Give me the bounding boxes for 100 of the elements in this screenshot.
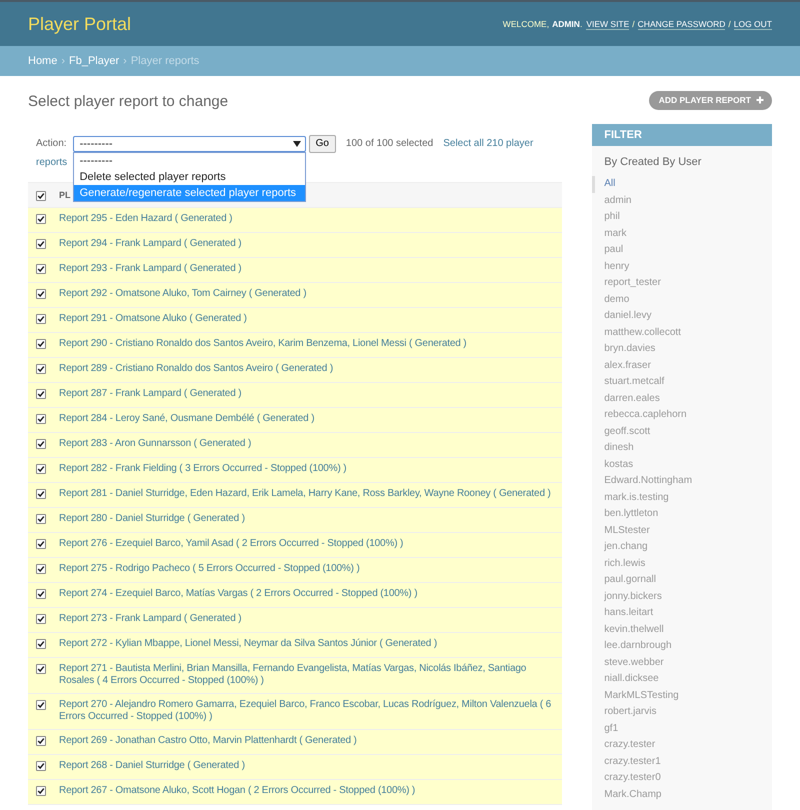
- dropdown-option[interactable]: Delete selected player reports: [74, 168, 305, 184]
- filter-option[interactable]: crazy.tester0: [592, 770, 772, 786]
- checkbox[interactable]: [36, 761, 46, 772]
- checkbox[interactable]: [36, 639, 46, 650]
- filter-option[interactable]: rich.lewis: [592, 556, 772, 572]
- breadcrumb-link[interactable]: Fb_Player: [69, 55, 120, 67]
- filter-option[interactable]: hans.leitart: [592, 605, 772, 622]
- filter-option[interactable]: mark: [592, 226, 772, 242]
- report-link[interactable]: Report 295 - Eden Hazard ( Generated ): [59, 213, 232, 226]
- filter-option[interactable]: paul: [592, 242, 772, 258]
- breadcrumb-link[interactable]: Player reports: [130, 55, 200, 67]
- report-link[interactable]: Report 273 - Frank Lampard ( Generated ): [59, 613, 242, 626]
- filter-option[interactable]: gf1: [592, 720, 772, 737]
- filter-option[interactable]: niall.dicksee: [592, 671, 772, 688]
- filter-option[interactable]: darren.eales: [592, 390, 772, 407]
- report-link[interactable]: Report 268 - Daniel Sturridge ( Generated ): [59, 760, 245, 772]
- report-link[interactable]: Report 284 - Leroy Sané, Ousmane Dembélé ( Generated ): [59, 413, 314, 426]
- checkbox[interactable]: [36, 439, 46, 450]
- header-link[interactable]: CHANGE PASSWORD: [638, 18, 726, 30]
- filter-option[interactable]: mark.is.testing: [592, 490, 772, 506]
- filter-option[interactable]: phil: [592, 209, 772, 226]
- add-player-report-button[interactable]: ADD PLAYER REPORT: [648, 90, 772, 110]
- checkbox[interactable]: [36, 514, 46, 524]
- checkbox[interactable]: [36, 364, 46, 374]
- checkbox[interactable]: [36, 589, 46, 600]
- checkbox[interactable]: [36, 214, 46, 224]
- report-link[interactable]: Report 291 - Omatsone Aluko ( Generated ): [59, 313, 247, 326]
- filter-option[interactable]: kostas: [592, 456, 772, 473]
- checkbox[interactable]: [36, 564, 46, 574]
- filter-option[interactable]: jen.chang: [592, 539, 772, 556]
- filter-option[interactable]: matthew.collecott: [592, 324, 772, 341]
- report-link[interactable]: Report 276 - Ezequiel Barco, Yamil Asad ( 2 Errors Occurred - Stopped (100%) ): [59, 538, 404, 550]
- dropdown-option[interactable]: ---------: [74, 152, 305, 168]
- checkbox[interactable]: [36, 239, 46, 250]
- header-link[interactable]: LOG OUT: [734, 18, 772, 30]
- filter-option[interactable]: All: [592, 176, 772, 192]
- report-link[interactable]: Report 282 - Frank Fielding ( 3 Errors Occurred - Stopped (100%) ): [59, 463, 346, 476]
- filter-option[interactable]: daniel.levy: [592, 308, 772, 324]
- select-all-link[interactable]: reports: [36, 157, 68, 168]
- report-link[interactable]: Report 270 - Alejandro Romero Gamarra, Ezequiel Barco, Franco Escobar, Lucas Rodríguez, Milton Valenzuela ( 6 Errors Occurred - Stopped (100%) ): [59, 699, 554, 724]
- filter-option[interactable]: steve.webber: [592, 654, 772, 671]
- filter-option[interactable]: alex.fraser: [592, 358, 772, 374]
- site-title[interactable]: Player Portal: [28, 14, 132, 34]
- checkbox[interactable]: [36, 339, 46, 350]
- filter-option[interactable]: rebecca.caplehorn: [592, 407, 772, 424]
- checkbox[interactable]: [36, 190, 46, 201]
- report-link[interactable]: Report 274 - Ezequiel Barco, Matías Vargas ( 2 Errors Occurred - Stopped (100%) ): [59, 588, 418, 600]
- filter-option[interactable]: Edward.Nottingham: [592, 473, 772, 490]
- report-link[interactable]: Report 292 - Omatsone Aluko, Tom Cairney ( Generated ): [59, 288, 306, 300]
- checkbox[interactable]: [36, 614, 46, 624]
- filter-option[interactable]: jonny.bickers: [592, 588, 772, 605]
- report-link[interactable]: Report 269 - Jonathan Castro Otto, Marvin Plattenhardt ( Generated ): [59, 735, 357, 748]
- checkbox[interactable]: [36, 736, 46, 746]
- filter-option[interactable]: MLStester: [592, 522, 772, 539]
- filter-option[interactable]: ben.lyttleton: [592, 506, 772, 522]
- filter-option[interactable]: bryn.davies: [592, 341, 772, 358]
- checkbox[interactable]: [36, 700, 46, 710]
- filter-option[interactable]: kevin.thelwell: [592, 622, 772, 638]
- filter-option[interactable]: paul.gornall: [592, 572, 772, 588]
- filter-option[interactable]: report_tester: [592, 275, 772, 292]
- filter-header: FILTER: [592, 124, 772, 146]
- filter-option[interactable]: geoff.scott: [592, 424, 772, 440]
- filter-option[interactable]: dinesh: [592, 440, 772, 456]
- report-link[interactable]: Report 271 - Bautista Merlini, Brian Mansilla, Fernando Evangelista, Matías Vargas, Nicolás Ibáñez, Santiago Rosales ( 4 Errors Occurred - Stopped (100%) ): [59, 663, 554, 688]
- checkbox[interactable]: [36, 464, 46, 474]
- report-link[interactable]: Report 293 - Frank Lampard ( Generated ): [59, 263, 242, 276]
- checkbox[interactable]: [36, 539, 46, 550]
- select-all-link[interactable]: Select all 210 player: [443, 138, 534, 149]
- checkbox[interactable]: [36, 314, 46, 324]
- filter-option[interactable]: henry: [592, 258, 772, 275]
- filter-option[interactable]: demo: [592, 292, 772, 308]
- report-link[interactable]: Report 267 - Omatsone Aluko, Scott Hogan ( 2 Errors Occurred - Stopped (100%) ): [59, 785, 416, 798]
- checkbox[interactable]: [36, 264, 46, 274]
- report-link[interactable]: Report 283 - Aron Gunnarsson ( Generated ): [59, 438, 252, 450]
- report-link[interactable]: Report 280 - Daniel Sturridge ( Generated ): [59, 513, 245, 526]
- header-link[interactable]: VIEW SITE: [586, 18, 630, 30]
- checkbox[interactable]: [36, 389, 46, 400]
- filter-option[interactable]: robert.jarvis: [592, 704, 772, 720]
- go-button[interactable]: Go: [308, 134, 336, 152]
- report-link[interactable]: Report 272 - Kylian Mbappe, Lionel Messi, Neymar da Silva Santos Júnior ( Generated ): [59, 638, 437, 650]
- filter-option[interactable]: Mark.Champ: [592, 786, 772, 803]
- report-link[interactable]: Report 275 - Rodrigo Pacheco ( 5 Errors Occurred - Stopped (100%) ): [59, 563, 360, 576]
- report-link[interactable]: Report 289 - Cristiano Ronaldo dos Santos Aveiro ( Generated ): [59, 363, 334, 376]
- report-link[interactable]: Report 290 - Cristiano Ronaldo dos Santos Aveiro, Karim Benzema, Lionel Messi ( Generated ): [59, 338, 466, 350]
- checkbox[interactable]: [36, 786, 46, 796]
- report-link[interactable]: Report 294 - Frank Lampard ( Generated ): [59, 238, 242, 250]
- breadcrumb-link[interactable]: Home: [28, 55, 58, 67]
- checkbox[interactable]: [36, 289, 46, 300]
- dropdown-option[interactable]: Generate/regenerate selected player reports: [74, 184, 305, 200]
- filter-option[interactable]: admin: [592, 192, 772, 209]
- checkbox[interactable]: [36, 664, 46, 674]
- checkbox[interactable]: [36, 414, 46, 424]
- report-link[interactable]: Report 281 - Daniel Sturridge, Eden Hazard, Erik Lamela, Harry Kane, Ross Barkley, Wayne Rooney ( Generated ): [59, 488, 551, 500]
- filter-option[interactable]: crazy.tester: [592, 737, 772, 754]
- filter-option[interactable]: MarkMLSTesting: [592, 688, 772, 704]
- filter-option[interactable]: crazy.tester1: [592, 754, 772, 770]
- filter-option[interactable]: lee.darnbrough: [592, 638, 772, 654]
- checkbox[interactable]: [36, 489, 46, 500]
- report-link[interactable]: Report 287 - Frank Lampard ( Generated ): [59, 388, 242, 400]
- filter-option[interactable]: stuart.metcalf: [592, 374, 772, 390]
